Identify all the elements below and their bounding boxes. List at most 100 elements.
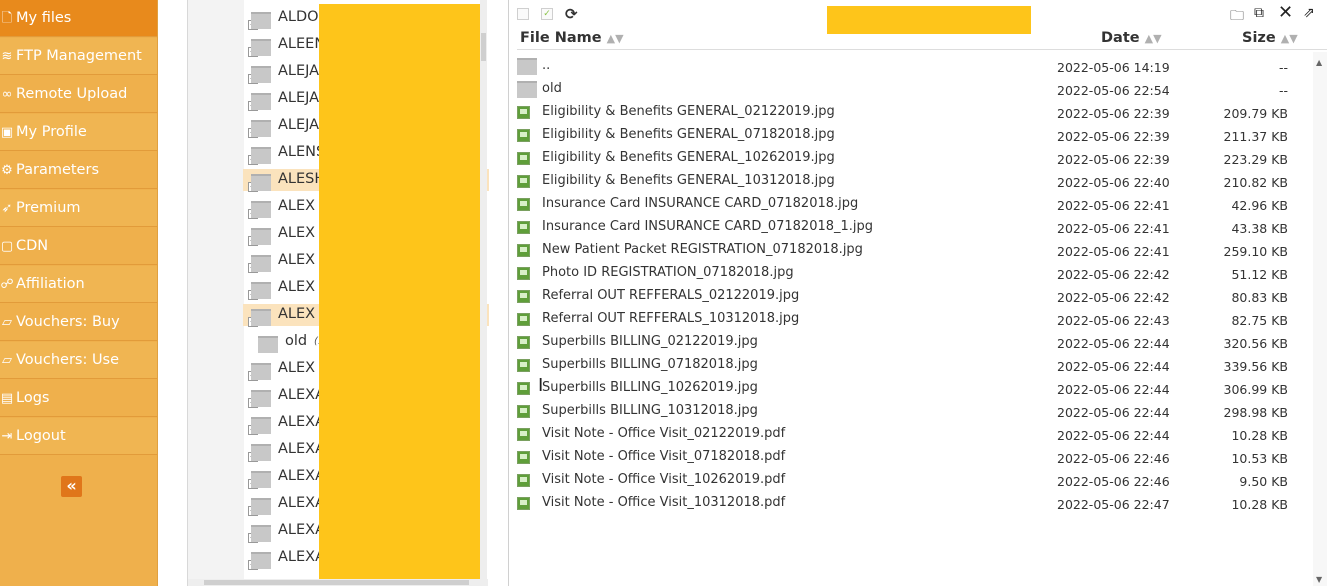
sidebar-item-label: Vouchers: Use (16, 352, 120, 368)
file-date: 2022-05-06 22:39 (1057, 106, 1170, 121)
file-date: 2022-05-06 22:47 (1057, 497, 1170, 512)
file-row[interactable]: old 2022-05-06 22:54 -- (509, 79, 1309, 102)
column-header-name[interactable]: File Name ▲▼ (520, 30, 624, 46)
file-date: 2022-05-06 22:39 (1057, 129, 1170, 144)
column-header-date[interactable]: Date ▲▼ (1101, 30, 1162, 46)
file-name[interactable]: Photo ID REGISTRATION_07182018.jpg (542, 265, 794, 280)
file-row[interactable]: Superbills BILLING_10262019.jpg 2022-05-0… (509, 378, 1309, 401)
file-row[interactable]: Insurance Card INSURANCE CARD_07182018_1… (509, 217, 1309, 240)
new-folder-icon[interactable]: 🗀 (1230, 5, 1244, 29)
file-date: 2022-05-06 22:44 (1057, 359, 1170, 374)
sort-arrows-icon[interactable]: ▲▼ (1145, 32, 1162, 45)
file-row[interactable]: Superbills BILLING_07182018.jpg 2022-05-0… (509, 355, 1309, 378)
file-name[interactable]: Eligibility & Benefits GENERAL_10262019.… (542, 150, 835, 165)
file-size: 9.50 KB (1239, 474, 1288, 489)
sidebar-item-remote-upload[interactable]: ∞ Remote Upload (0, 76, 157, 113)
sidebar-item-cdn[interactable]: ▢ CDN (0, 228, 157, 265)
file-size: 306.99 KB (1223, 382, 1288, 397)
folder-icon (251, 120, 271, 137)
folder-icon (251, 201, 271, 218)
sidebar-item-logout[interactable]: ⇥ Logout (0, 418, 157, 455)
file-name[interactable]: old (542, 81, 562, 96)
file-row[interactable]: Photo ID REGISTRATION_07182018.jpg 2022-0… (509, 263, 1309, 286)
image-file-icon (517, 106, 530, 119)
file-name[interactable]: Eligibility & Benefits GENERAL_07182018.… (542, 127, 835, 142)
file-name[interactable]: .. (542, 58, 550, 73)
file-name[interactable]: Visit Note - Office Visit_02122019.pdf (542, 426, 785, 441)
sidebar-item-label: My Profile (16, 124, 87, 140)
sidebar-item-affiliation[interactable]: ☍ Affiliation (0, 266, 157, 303)
tree-node-label: ALEXA (278, 495, 326, 511)
file-name[interactable]: Eligibility & Benefits GENERAL_10312018.… (542, 173, 835, 188)
file-name[interactable]: Superbills BILLING_10312018.jpg (542, 403, 758, 418)
collapse-sidebar-icon[interactable]: « (61, 476, 82, 497)
select-checked-checkbox[interactable]: ✓ (541, 8, 553, 20)
image-file-icon (517, 198, 530, 211)
sidebar-item-my-files[interactable]: 🗋 My files (0, 0, 157, 37)
select-all-checkbox[interactable] (517, 8, 529, 20)
tree-node-label: ALEXA (278, 387, 326, 403)
sidebar-item-label: FTP Management (16, 48, 142, 64)
file-row[interactable]: Visit Note - Office Visit_07182018.pdf 20… (509, 447, 1309, 470)
file-row[interactable]: Visit Note - Office Visit_10312018.pdf 20… (509, 493, 1309, 516)
tree-scrollbar-thumb[interactable] (481, 33, 486, 61)
sidebar-item-vouchers-buy[interactable]: ▱ Vouchers: Buy (0, 304, 157, 341)
tree-node-label: ALDO (278, 9, 319, 25)
file-row[interactable]: Eligibility & Benefits GENERAL_07182018.… (509, 125, 1309, 148)
file-name[interactable]: Insurance Card INSURANCE CARD_07182018.j… (542, 196, 858, 211)
file-scrollbar[interactable] (1313, 52, 1327, 586)
sidebar-item-logs[interactable]: ▤ Logs (0, 380, 157, 417)
tree-node-label: ALEXA (278, 522, 326, 538)
file-row[interactable]: .. 2022-05-06 14:19 -- (509, 56, 1309, 79)
file-name[interactable]: Eligibility & Benefits GENERAL_02122019.… (542, 104, 835, 119)
file-name[interactable]: Superbills BILLING_02122019.jpg (542, 334, 758, 349)
file-row[interactable]: New Patient Packet REGISTRATION_07182018… (509, 240, 1309, 263)
scroll-up-icon[interactable]: ▲ (1316, 58, 1322, 67)
sidebar-item-vouchers-use[interactable]: ▱ Vouchers: Use (0, 342, 157, 379)
sort-arrows-icon[interactable]: ▲▼ (1281, 32, 1298, 45)
file-row[interactable]: Eligibility & Benefits GENERAL_10312018.… (509, 171, 1309, 194)
file-date: 2022-05-06 14:19 (1057, 60, 1170, 75)
file-name[interactable]: Referral OUT REFFERALS_02122019.jpg (542, 288, 799, 303)
file-row[interactable]: Superbills BILLING_10312018.jpg 2022-05-0… (509, 401, 1309, 424)
delete-icon[interactable]: ✕ (1278, 2, 1293, 23)
file-name[interactable]: Superbills BILLING_07182018.jpg (542, 357, 758, 372)
image-file-icon (517, 244, 530, 257)
tree-node-label: ALEX (278, 306, 316, 322)
column-header-size[interactable]: Size ▲▼ (1242, 30, 1298, 46)
file-name[interactable]: Superbills BILLING_10262019.jpg (542, 380, 758, 395)
file-name[interactable]: Visit Note - Office Visit_10262019.pdf (542, 472, 785, 487)
file-row[interactable]: Eligibility & Benefits GENERAL_10262019.… (509, 148, 1309, 171)
move-icon[interactable]: ⧉ (1254, 5, 1264, 21)
tree-scrollbar-vertical[interactable] (480, 0, 487, 580)
file-name[interactable]: Referral OUT REFFERALS_10312018.jpg (542, 311, 799, 326)
file-row[interactable]: Referral OUT REFFERALS_10312018.jpg 2022-… (509, 309, 1309, 332)
folder-icon (251, 390, 271, 407)
share-icon[interactable]: ⇗ (1303, 5, 1315, 21)
file-name[interactable]: Visit Note - Office Visit_07182018.pdf (542, 449, 785, 464)
file-row[interactable]: Visit Note - Office Visit_10262019.pdf 20… (509, 470, 1309, 493)
image-file-icon (517, 152, 530, 165)
file-name[interactable]: Visit Note - Office Visit_10312018.pdf (542, 495, 785, 510)
file-size: 10.28 KB (1231, 497, 1288, 512)
refresh-icon[interactable]: ⟳ (565, 5, 578, 23)
image-file-icon (517, 359, 530, 372)
tree-node-label: ALEXA (278, 549, 326, 565)
file-name[interactable]: Insurance Card INSURANCE CARD_07182018_1… (542, 219, 873, 234)
file-name[interactable]: New Patient Packet REGISTRATION_07182018… (542, 242, 863, 257)
sidebar-item-ftp-management[interactable]: ≋ FTP Management (0, 38, 157, 75)
file-row[interactable]: Visit Note - Office Visit_02122019.pdf 20… (509, 424, 1309, 447)
sidebar-item-my-profile[interactable]: ▣ My Profile (0, 114, 157, 151)
header-divider (517, 49, 1327, 50)
scroll-down-icon[interactable]: ▼ (1316, 575, 1322, 584)
sidebar-item-parameters[interactable]: ⚙ Parameters (0, 152, 157, 189)
sidebar-item-premium[interactable]: ➶ Premium (0, 190, 157, 227)
image-file-icon (517, 497, 530, 510)
file-row[interactable]: Superbills BILLING_02122019.jpg 2022-05-0… (509, 332, 1309, 355)
file-row[interactable]: Eligibility & Benefits GENERAL_02122019.… (509, 102, 1309, 125)
tree-scrollbar-horizontal-thumb[interactable] (204, 580, 469, 585)
file-row[interactable]: Insurance Card INSURANCE CARD_07182018.j… (509, 194, 1309, 217)
tree-node-label: ALEX (278, 198, 316, 214)
sort-arrows-icon[interactable]: ▲▼ (607, 32, 624, 45)
file-row[interactable]: Referral OUT REFFERALS_02122019.jpg 2022-… (509, 286, 1309, 309)
